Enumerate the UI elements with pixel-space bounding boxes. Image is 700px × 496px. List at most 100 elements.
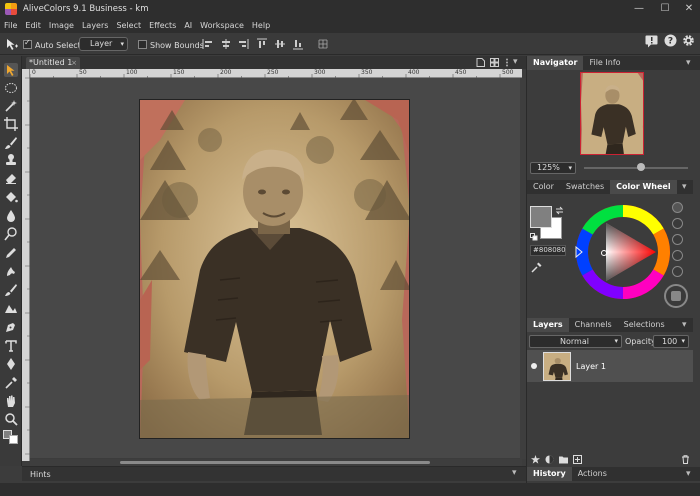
align-top-icon[interactable] xyxy=(256,38,268,50)
clone-stamp-tool-icon[interactable] xyxy=(4,153,18,167)
adjustment-layer-icon[interactable] xyxy=(545,455,554,464)
tab-history[interactable]: History xyxy=(527,467,572,481)
path-tool-icon[interactable] xyxy=(4,357,18,371)
opacity-field[interactable]: 100 ▾ xyxy=(653,335,689,348)
color-harmony-button[interactable] xyxy=(672,218,683,229)
notification-icon[interactable] xyxy=(645,35,658,48)
foreground-color-swatch[interactable] xyxy=(530,206,552,228)
fill-tool-icon[interactable] xyxy=(4,190,18,204)
window-title: AliveColors 9.1 Business - km xyxy=(23,4,149,14)
zoom-level-dropdown[interactable]: 125% ▾ xyxy=(530,162,576,174)
zoom-slider-handle[interactable] xyxy=(637,163,645,171)
move-tool-options-icon xyxy=(5,38,19,51)
eyedropper-icon[interactable] xyxy=(531,262,542,273)
align-center-h-icon[interactable] xyxy=(220,38,232,50)
tab-actions[interactable]: Actions xyxy=(572,467,613,481)
zoom-tool-icon[interactable] xyxy=(4,412,18,426)
menu-edit[interactable]: Edit xyxy=(25,21,41,30)
align-bottom-icon[interactable] xyxy=(292,38,304,50)
tab-swatches[interactable]: Swatches xyxy=(560,180,610,194)
tab-channels[interactable]: Channels xyxy=(569,318,618,332)
eraser-tool-icon[interactable] xyxy=(4,171,18,185)
menu-help[interactable]: Help xyxy=(252,21,270,30)
close-button[interactable]: ✕ xyxy=(678,2,700,16)
chevron-down-icon[interactable]: ▾ xyxy=(513,57,518,67)
brush-tool-icon[interactable] xyxy=(4,136,18,150)
document-tab[interactable]: *Untitled 1 × xyxy=(26,57,80,69)
tab-navigator[interactable]: Navigator xyxy=(527,56,584,70)
swap-colors-icon[interactable] xyxy=(555,206,564,215)
reset-colors-icon[interactable] xyxy=(530,233,538,241)
color-harmony-button[interactable] xyxy=(672,202,683,213)
color-wheel[interactable] xyxy=(574,203,672,301)
new-layer-icon[interactable] xyxy=(573,455,582,464)
distribute-icon[interactable] xyxy=(317,38,329,50)
tab-color-wheel[interactable]: Color Wheel xyxy=(610,180,677,194)
dodge-tool-icon[interactable] xyxy=(4,227,18,241)
tile-documents-icon[interactable] xyxy=(490,58,499,67)
help-icon[interactable]: ? xyxy=(664,34,677,47)
chevron-down-icon[interactable]: ▾ xyxy=(682,182,687,192)
menu-image[interactable]: Image xyxy=(49,21,74,30)
menu-file[interactable]: File xyxy=(4,21,17,30)
ellipse-selection-tool-icon[interactable] xyxy=(4,81,18,95)
pencil-tool-icon[interactable] xyxy=(4,246,18,260)
menu-layers[interactable]: Layers xyxy=(82,21,108,30)
record-color-button[interactable] xyxy=(664,284,688,308)
chevron-down-icon[interactable]: ▾ xyxy=(686,469,691,479)
blur-tool-icon[interactable] xyxy=(4,209,18,223)
auto-select-checkbox[interactable] xyxy=(23,38,32,49)
tab-color[interactable]: Color xyxy=(527,180,560,194)
eyedropper-tool-icon[interactable] xyxy=(4,376,18,390)
tab-selections[interactable]: Selections xyxy=(618,318,671,332)
show-bounds-checkbox[interactable] xyxy=(138,40,147,49)
new-group-icon[interactable] xyxy=(559,455,568,464)
horizontal-scroll-thumb[interactable] xyxy=(120,461,430,464)
panel-grip-icon[interactable] xyxy=(505,58,509,67)
align-center-v-icon[interactable] xyxy=(274,38,286,50)
menu-workspace[interactable]: Workspace xyxy=(200,21,244,30)
align-right-icon[interactable] xyxy=(237,38,249,50)
layer-visibility-icon[interactable] xyxy=(531,363,537,369)
gear-icon[interactable] xyxy=(682,34,695,47)
navigator-preview[interactable] xyxy=(580,72,644,155)
zoom-slider-track[interactable] xyxy=(584,167,688,169)
color-brush-tool-icon[interactable] xyxy=(4,283,18,297)
hints-panel: Hints ▾ xyxy=(22,466,526,481)
color-harmony-button[interactable] xyxy=(672,234,683,245)
color-harmony-button[interactable] xyxy=(672,266,683,277)
show-bounds-option[interactable]: Show Bounds xyxy=(138,39,204,50)
text-tool-icon[interactable] xyxy=(4,339,18,353)
auto-select-option[interactable]: Auto Select xyxy=(23,38,81,50)
shape-tool-icon[interactable] xyxy=(4,301,18,315)
menu-effects[interactable]: Effects xyxy=(149,21,176,30)
chevron-down-icon[interactable]: ▾ xyxy=(512,468,517,478)
crop-tool-icon[interactable] xyxy=(4,117,18,131)
delete-layer-icon[interactable] xyxy=(681,455,690,464)
hex-color-field[interactable]: #808080 xyxy=(530,245,566,256)
vertical-ruler xyxy=(22,69,30,461)
smudge-tool-icon[interactable] xyxy=(4,264,18,278)
auto-select-mode-dropdown[interactable]: Layer ▾ xyxy=(79,37,128,51)
maximize-button[interactable]: ☐ xyxy=(654,2,676,16)
chevron-down-icon[interactable]: ▾ xyxy=(682,320,687,330)
magic-wand-tool-icon[interactable] xyxy=(4,99,18,113)
menu-ai[interactable]: AI xyxy=(184,21,192,30)
close-tab-icon[interactable]: × xyxy=(71,57,77,69)
chevron-down-icon[interactable]: ▾ xyxy=(686,58,691,68)
new-document-icon[interactable] xyxy=(476,58,485,67)
tab-file-info[interactable]: File Info xyxy=(583,56,626,70)
minimize-button[interactable]: — xyxy=(628,2,650,16)
pen-tool-icon[interactable] xyxy=(4,320,18,334)
move-tool-icon[interactable] xyxy=(4,63,18,77)
layer-name[interactable]: Layer 1 xyxy=(576,362,606,371)
hand-tool-icon[interactable] xyxy=(4,394,18,408)
menu-select[interactable]: Select xyxy=(116,21,141,30)
color-harmony-button[interactable] xyxy=(672,250,683,261)
effects-icon[interactable] xyxy=(531,455,540,464)
blend-mode-dropdown[interactable]: Normal ▾ xyxy=(529,335,622,348)
align-left-icon[interactable] xyxy=(202,38,214,50)
document-photo[interactable] xyxy=(139,99,410,439)
background-color-mini[interactable] xyxy=(9,435,18,444)
tab-layers[interactable]: Layers xyxy=(527,318,569,332)
